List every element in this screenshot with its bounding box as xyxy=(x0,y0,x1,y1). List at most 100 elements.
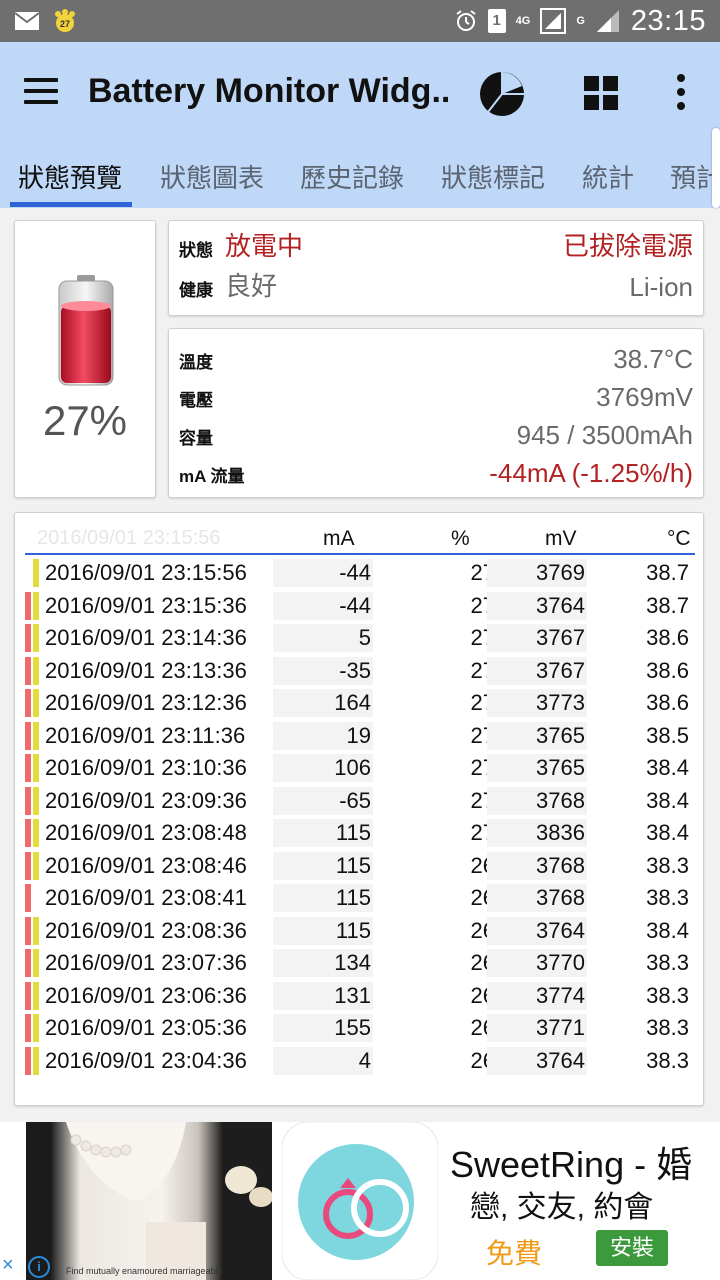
cell-datetime: 2016/09/01 23:13:36 xyxy=(45,657,247,683)
scroll-handle[interactable] xyxy=(712,128,720,208)
cell-datetime: 2016/09/01 23:04:36 xyxy=(45,1047,247,1073)
table-row[interactable]: 2016/09/01 23:13:36 -35 27 3767 38.6 xyxy=(25,655,695,688)
cell-temp: 38.6 xyxy=(646,690,689,715)
row-marker-yellow xyxy=(33,1046,39,1075)
current-label: mA 流量 xyxy=(179,467,245,486)
row-marker-yellow xyxy=(33,884,39,912)
current-value: -44mA (-1.25%/h) xyxy=(489,458,693,488)
cell-temp: 38.3 xyxy=(646,982,689,1008)
cell-temp: 38.4 xyxy=(646,917,689,943)
table-row[interactable]: 2016/09/01 23:08:41 115 26 3768 38.3 xyxy=(25,882,695,915)
cell-temp: 38.3 xyxy=(646,885,689,910)
cell-temp: 38.7 xyxy=(646,592,689,618)
table-row[interactable]: 2016/09/01 23:08:46 115 26 3768 38.3 xyxy=(25,850,695,883)
sweetring-logo[interactable] xyxy=(282,1122,438,1280)
cell-percent: 26 xyxy=(470,852,495,878)
cell-mv: 3764 xyxy=(487,1046,587,1075)
cell-mv: 3767 xyxy=(487,656,587,685)
cell-datetime: 2016/09/01 23:14:36 xyxy=(45,625,247,650)
ad-info-icon[interactable]: i xyxy=(28,1256,50,1278)
cell-percent: 27 xyxy=(470,560,495,585)
cell-temp: 38.6 xyxy=(646,625,689,650)
cell-ma: 134 xyxy=(273,949,373,977)
table-row[interactable]: 2016/09/01 23:15:56 -44 27 3769 38.7 xyxy=(25,557,695,590)
ad-install-button[interactable]: 安裝 xyxy=(596,1230,668,1266)
cell-mv: 3768 xyxy=(487,851,587,880)
header-date-faint: 2016/09/01 23:15:56 xyxy=(37,527,221,549)
table-header: 2016/09/01 23:15:56 mA % mV °C xyxy=(25,523,695,555)
status-panel[interactable]: 狀態 放電中 已拔除電源 健康 良好 Li-ion xyxy=(168,220,704,316)
ad-close-icon[interactable]: × xyxy=(2,1254,24,1276)
cell-temp: 38.3 xyxy=(646,852,689,878)
status-label: 狀態 xyxy=(179,241,213,260)
cell-ma: 5 xyxy=(273,624,373,652)
row-marker-yellow xyxy=(33,786,39,815)
voltage-row: 電壓 3769mV xyxy=(179,379,693,415)
signal-icon-2 xyxy=(596,10,619,32)
tab-history[interactable]: 歷史記錄 xyxy=(300,158,404,195)
row-marker-yellow xyxy=(33,981,39,1010)
row-marker-red xyxy=(25,559,31,587)
tab-status-markers[interactable]: 狀態標記 xyxy=(441,158,545,195)
table-row[interactable]: 2016/09/01 23:08:36 115 26 3764 38.4 xyxy=(25,915,695,948)
table-row[interactable]: 2016/09/01 23:05:36 155 26 3771 38.3 xyxy=(25,1012,695,1045)
table-row[interactable]: 2016/09/01 23:11:36 19 27 3765 38.5 xyxy=(25,720,695,753)
cell-ma: 131 xyxy=(273,981,373,1010)
sim-icon: 1 xyxy=(487,9,506,33)
cell-percent: 26 xyxy=(470,917,495,943)
cell-ma: -35 xyxy=(273,656,373,685)
ad-photo[interactable]: Find mutually enamoured marriageable xyxy=(26,1122,273,1280)
cell-datetime: 2016/09/01 23:06:36 xyxy=(45,982,247,1008)
more-options-icon[interactable] xyxy=(668,72,694,112)
battery-panel[interactable]: 27% xyxy=(14,220,156,498)
cell-temp: 38.4 xyxy=(646,787,689,813)
table-row[interactable]: 2016/09/01 23:12:36 164 27 3773 38.6 xyxy=(25,687,695,720)
table-row[interactable]: 2016/09/01 23:07:36 134 26 3770 38.3 xyxy=(25,947,695,980)
table-row[interactable]: 2016/09/01 23:14:36 5 27 3767 38.6 xyxy=(25,622,695,655)
table-row[interactable]: 2016/09/01 23:08:48 115 27 3836 38.4 xyxy=(25,817,695,850)
cell-ma: 115 xyxy=(273,916,373,945)
tab-status-chart[interactable]: 狀態圖表 xyxy=(160,158,264,195)
table-row[interactable]: 2016/09/01 23:06:36 131 26 3774 38.3 xyxy=(25,980,695,1013)
menu-icon[interactable] xyxy=(24,78,58,104)
cell-mv: 3768 xyxy=(487,786,587,815)
cell-percent: 26 xyxy=(470,1015,495,1040)
current-row: mA 流量 -44mA (-1.25%/h) xyxy=(179,455,693,491)
tab-status-overview[interactable]: 狀態預覽 xyxy=(18,158,122,195)
row-marker-red xyxy=(25,754,31,782)
cell-percent: 27 xyxy=(470,820,495,845)
cell-percent: 27 xyxy=(470,755,495,780)
health-value: 良好 xyxy=(225,271,278,301)
cell-datetime: 2016/09/01 23:08:48 xyxy=(45,820,247,845)
row-marker-red xyxy=(25,916,31,945)
capacity-row: 容量 945 / 3500mAh xyxy=(179,417,693,453)
technology-value: Li-ion xyxy=(629,272,693,302)
cell-datetime: 2016/09/01 23:07:36 xyxy=(45,950,247,975)
cell-datetime: 2016/09/01 23:08:46 xyxy=(45,852,247,878)
status-row: 狀態 放電中 已拔除電源 xyxy=(179,229,693,265)
row-marker-yellow xyxy=(33,721,39,750)
header-percent: % xyxy=(451,527,470,550)
table-row[interactable]: 2016/09/01 23:09:36 -65 27 3768 38.4 xyxy=(25,785,695,818)
battery-info-panel[interactable]: 溫度 38.7°C 電壓 3769mV 容量 945 / 3500mAh mA … xyxy=(168,328,704,498)
history-table[interactable]: 2016/09/01 23:15:56 mA % mV °C 2016/09/0… xyxy=(14,512,704,1106)
ad-banner[interactable]: Find mutually enamoured marriageable Swe… xyxy=(0,1122,720,1280)
table-row[interactable]: 2016/09/01 23:04:36 4 26 3764 38.3 xyxy=(25,1045,695,1078)
cell-temp: 38.5 xyxy=(646,722,689,748)
table-row[interactable]: 2016/09/01 23:10:36 106 27 3765 38.4 xyxy=(25,752,695,785)
cell-mv: 3836 xyxy=(487,819,587,847)
pie-chart-icon[interactable] xyxy=(478,70,526,118)
ad-title: SweetRing - 婚 xyxy=(450,1144,693,1185)
cell-temp: 38.4 xyxy=(646,755,689,780)
row-marker-red xyxy=(25,721,31,750)
widget-grid-icon[interactable] xyxy=(584,76,618,110)
ad-photo-art xyxy=(66,1122,273,1280)
cell-mv: 3769 xyxy=(487,559,587,587)
cell-datetime: 2016/09/01 23:15:56 xyxy=(45,560,247,585)
cell-percent: 27 xyxy=(470,722,495,748)
table-row[interactable]: 2016/09/01 23:15:36 -44 27 3764 38.7 xyxy=(25,590,695,623)
cell-mv: 3765 xyxy=(487,721,587,750)
cell-percent: 27 xyxy=(470,625,495,650)
health-row: 健康 良好 Li-ion xyxy=(179,269,693,305)
tab-statistics[interactable]: 統計 xyxy=(582,158,634,195)
